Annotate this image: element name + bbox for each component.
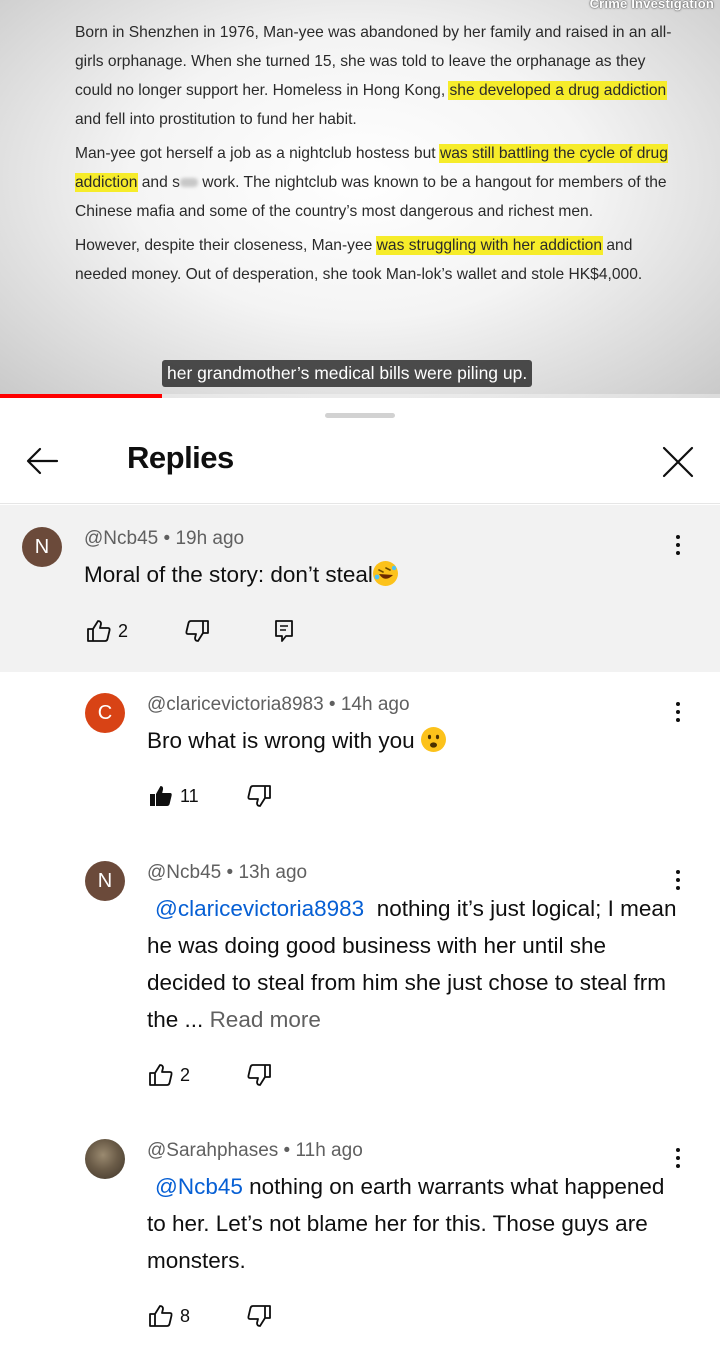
- reply-comment: N @Ncb45 • 13h ago @claricevictoria8983 …: [0, 856, 720, 1116]
- close-button[interactable]: [656, 440, 700, 484]
- comment-time: 14h ago: [340, 694, 410, 715]
- like-count: 11: [180, 785, 199, 806]
- thumbs-down-icon: [247, 1064, 271, 1086]
- back-button[interactable]: [22, 441, 62, 481]
- more-vert-icon: [676, 702, 680, 706]
- comment-text: @Ncb45 nothing on earth warrants what ha…: [147, 1168, 687, 1279]
- like-count: 2: [180, 1064, 191, 1085]
- comment-author[interactable]: @Ncb45: [84, 528, 158, 549]
- comment-meta: @Ncb45 • 19h ago: [84, 528, 244, 550]
- mention-link[interactable]: @Ncb45: [155, 1174, 243, 1199]
- meta-separator: •: [328, 694, 336, 715]
- doc-paragraph-1: Born in Shenzhen in 1976, Man-yee was ab…: [75, 18, 675, 134]
- drag-handle[interactable]: [325, 413, 395, 418]
- like-count: 8: [180, 1305, 191, 1326]
- comment-author[interactable]: @Ncb45: [147, 862, 221, 883]
- parent-comment: N @Ncb45 • 19h ago Moral of the story: d…: [0, 505, 720, 672]
- doc-paragraph-3: However, despite their closeness, Man-ye…: [75, 231, 675, 289]
- avatar[interactable]: N: [85, 861, 125, 901]
- doc-text: and s: [137, 174, 180, 191]
- more-options-button[interactable]: [663, 1138, 693, 1178]
- video-caption: her grandmother’s medical bills were pil…: [162, 360, 533, 387]
- comment-author[interactable]: @Sarahphases: [147, 1140, 278, 1161]
- highlighted-text: was struggling with her addiction: [376, 237, 603, 254]
- avatar[interactable]: C: [85, 693, 125, 733]
- censored-blur: [179, 178, 198, 188]
- doc-text: and fell into prostitution to fund her h…: [75, 111, 357, 128]
- channel-watermark: Crime Investigation: [589, 0, 714, 11]
- dislike-button[interactable]: [246, 1063, 272, 1087]
- comment-body: Moral of the story: don’t steal: [84, 562, 373, 587]
- read-more-link[interactable]: Read more: [210, 1007, 321, 1032]
- avatar[interactable]: N: [22, 527, 62, 567]
- thumbs-up-icon: [149, 1064, 173, 1086]
- video-document-text: Born in Shenzhen in 1976, Man-yee was ab…: [75, 18, 675, 294]
- frowning-face-emoji: [420, 727, 446, 752]
- highlighted-text: she developed a drug addiction: [449, 82, 667, 99]
- dislike-button[interactable]: [184, 619, 210, 643]
- avatar-photo[interactable]: [85, 1139, 125, 1179]
- more-vert-icon: [676, 1148, 680, 1152]
- doc-text: Man-yee got herself a job as a nightclub…: [75, 145, 440, 162]
- dislike-button[interactable]: [246, 784, 272, 808]
- thumbs-up-icon: [149, 1305, 173, 1327]
- video-player[interactable]: Crime Investigation Born in Shenzhen in …: [0, 0, 720, 398]
- like-button[interactable]: 2: [86, 619, 128, 643]
- more-vert-icon: [676, 870, 680, 874]
- more-options-button[interactable]: [663, 692, 693, 732]
- comment-meta: @Sarahphases • 11h ago: [147, 1140, 363, 1162]
- more-options-button[interactable]: [663, 525, 693, 565]
- panel-title: Replies: [127, 440, 234, 475]
- reply-button[interactable]: [274, 619, 294, 643]
- comment-text: Moral of the story: don’t steal: [84, 556, 644, 593]
- meta-separator: •: [226, 862, 234, 883]
- comment-time: 11h ago: [295, 1140, 363, 1161]
- dislike-button[interactable]: [246, 1304, 272, 1328]
- like-button[interactable]: 2: [148, 1063, 190, 1087]
- like-button[interactable]: 11: [148, 784, 199, 808]
- meta-separator: •: [163, 528, 171, 549]
- thumbs-up-filled-icon: [150, 786, 172, 806]
- comment-text: Bro what is wrong with you: [147, 722, 687, 759]
- like-button[interactable]: 8: [148, 1304, 190, 1328]
- comment-time: 13h ago: [238, 862, 308, 883]
- close-icon: [662, 446, 694, 478]
- mention-link[interactable]: @claricevictoria8983: [155, 896, 364, 921]
- comment-text: @claricevictoria8983 nothing it’s just l…: [147, 890, 677, 1038]
- like-count: 2: [118, 620, 129, 641]
- thumbs-down-icon: [247, 1305, 271, 1327]
- replies-panel: Replies N @Ncb45 • 19h ago Moral of the …: [0, 398, 720, 1348]
- reply-comment: @Sarahphases • 11h ago @Ncb45 nothing on…: [0, 1134, 720, 1348]
- comment-body: Bro what is wrong with you: [147, 728, 415, 753]
- arrow-left-icon: [26, 447, 59, 475]
- reply-comment-icon: [275, 620, 293, 642]
- rolling-on-floor-laughing-emoji: [372, 561, 398, 586]
- more-options-button[interactable]: [663, 860, 693, 900]
- thumbs-down-icon: [247, 785, 271, 807]
- replies-header: Replies: [0, 426, 720, 504]
- doc-paragraph-2: Man-yee got herself a job as a nightclub…: [75, 139, 675, 226]
- comment-meta: @Ncb45 • 13h ago: [147, 862, 307, 884]
- reply-comment: C @claricevictoria8983 • 14h ago Bro wha…: [0, 688, 720, 848]
- doc-text: However, despite their closeness, Man-ye…: [75, 237, 377, 254]
- more-vert-icon: [676, 535, 680, 539]
- comment-meta: @claricevictoria8983 • 14h ago: [147, 694, 410, 716]
- comment-time: 19h ago: [175, 528, 245, 549]
- meta-separator: •: [283, 1140, 291, 1161]
- thumbs-up-icon: [87, 620, 111, 642]
- comment-author[interactable]: @claricevictoria8983: [147, 694, 324, 715]
- thumbs-down-icon: [185, 620, 209, 642]
